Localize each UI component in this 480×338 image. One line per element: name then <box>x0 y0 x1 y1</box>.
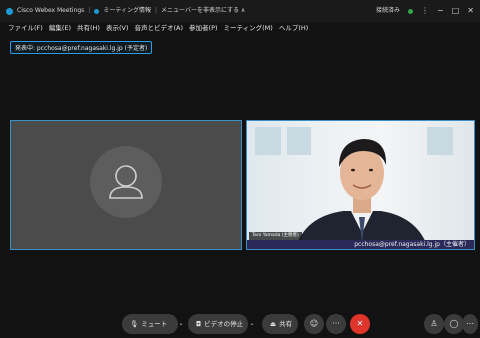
video-camera-icon: ◘ <box>196 320 202 328</box>
more-icon[interactable]: ⋮ <box>421 0 429 22</box>
share-label: 共有 <box>279 320 293 328</box>
person-icon: ♙ <box>430 319 438 328</box>
participant-tile-no-video[interactable] <box>10 120 242 250</box>
menu-view[interactable]: 表示(V) <box>106 22 129 35</box>
person-icon <box>109 165 143 199</box>
info-icon <box>94 8 100 14</box>
smiley-icon: ☺ <box>309 319 319 328</box>
minimize-button[interactable]: − <box>437 0 444 22</box>
mute-label: ミュート <box>141 320 168 328</box>
chat-button[interactable]: ◯ <box>444 314 464 334</box>
app-name: Cisco Webex Meetings <box>17 7 85 14</box>
meeting-controls: 🎙 ミュート ⌄ ◘ ビデオの停止 ⌄ ⏏ 共有 ☺ ··· ✕ ♙ ◯ ⋯ <box>0 314 480 336</box>
hide-menubar-link[interactable]: メニューバーを非表示にする ∧ <box>161 0 245 22</box>
chat-icon: ◯ <box>449 319 459 328</box>
meeting-info-link[interactable]: ミーティング情報 <box>103 0 151 22</box>
webex-logo-icon <box>6 7 13 15</box>
presenter-badge: 発表中: pcchosa@pref.nagasaki.lg.jp (予定者) <box>10 41 153 54</box>
participant-name-tag: Taro Yamada (主催者) <box>249 232 302 240</box>
more-options-button[interactable]: ··· <box>326 314 346 334</box>
share-icon: ⏏ <box>270 320 277 328</box>
connection-status: 接続済み <box>376 7 401 14</box>
title-bar: Cisco Webex Meetings | ミーティング情報 | メニューバー… <box>0 0 480 22</box>
menu-bar: ファイル(F) 編集(E) 共有(H) 表示(V) 音声とビデオ(A) 参加者(… <box>0 22 480 35</box>
connection-status-icon <box>408 8 414 14</box>
participant-video <box>295 139 429 249</box>
microphone-icon: 🎙 <box>130 320 139 328</box>
close-icon: ✕ <box>356 319 364 328</box>
menu-participants[interactable]: 参加者(P) <box>189 22 218 35</box>
share-button[interactable]: ⏏ 共有 <box>262 314 298 334</box>
reactions-button[interactable]: ☺ <box>304 314 324 334</box>
menu-meeting[interactable]: ミーティング(M) <box>224 22 273 35</box>
stop-video-button[interactable]: ◘ ビデオの停止 <box>188 314 248 334</box>
stop-video-label: ビデオの停止 <box>204 320 244 328</box>
menu-audio-video[interactable]: 音声とビデオ(A) <box>135 22 184 35</box>
avatar <box>90 146 162 218</box>
participant-email-label: pcchosa@pref.nagasaki.lg.jp（主催者） <box>247 240 474 249</box>
video-options-chevron-icon[interactable]: ⌄ <box>247 314 257 334</box>
end-meeting-button[interactable]: ✕ <box>350 314 370 334</box>
more-icon: ··· <box>332 319 340 328</box>
mute-button[interactable]: 🎙 ミュート <box>122 314 178 334</box>
menu-help[interactable]: ヘルプ(H) <box>279 22 308 35</box>
close-button[interactable]: ✕ <box>467 0 474 22</box>
menu-edit[interactable]: 編集(E) <box>49 22 71 35</box>
participant-video-tile[interactable]: Taro Yamada (主催者) pcchosa@pref.nagasaki.… <box>246 120 475 250</box>
participants-button[interactable]: ♙ <box>424 314 444 334</box>
more-icon: ⋯ <box>466 319 474 328</box>
maximize-button[interactable]: □ <box>452 0 460 22</box>
audio-options-chevron-icon[interactable]: ⌄ <box>176 314 186 334</box>
more-panels-button[interactable]: ⋯ <box>462 314 478 334</box>
menu-file[interactable]: ファイル(F) <box>8 22 43 35</box>
menu-share[interactable]: 共有(H) <box>77 22 100 35</box>
